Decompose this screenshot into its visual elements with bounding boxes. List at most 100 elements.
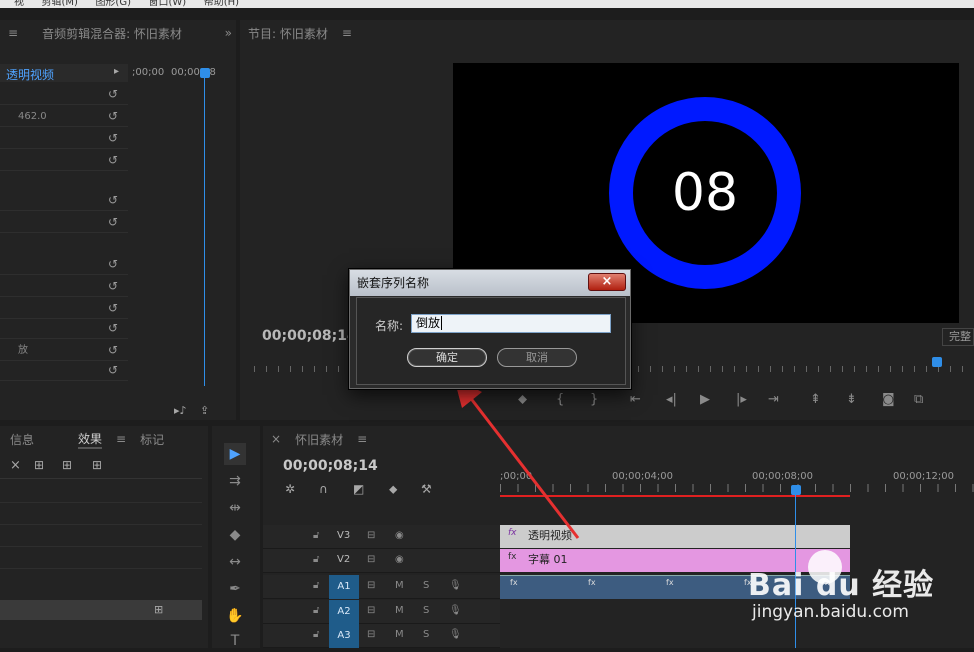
ok-button[interactable]: 确定 [407,348,487,367]
reset-icon[interactable]: ↺ [106,87,120,101]
menu-graphics[interactable]: 图形(G) [95,0,131,8]
hamburger-icon[interactable]: ≡ [357,432,367,446]
track-label[interactable]: A2 [329,600,359,624]
timeline-playhead-handle[interactable] [791,485,801,495]
fit-dropdown[interactable]: 完整 [942,328,974,346]
clip-name[interactable]: 透明视频 [6,66,54,83]
mic-icon[interactable]: 🎙︎ [449,605,462,616]
step-back-icon[interactable]: ◂| [666,392,677,407]
reset-icon[interactable]: ↺ [106,153,120,167]
program-playhead[interactable] [932,357,942,367]
reset-icon[interactable]: ↺ [106,109,120,123]
selection-tool-icon[interactable]: ▶ [224,443,246,465]
camera-icon[interactable]: ◙ [882,392,895,407]
razor-tool-icon[interactable]: ◆ [224,524,246,546]
reset-icon[interactable]: ↺ [106,363,120,377]
effects-divider [0,546,202,547]
lock-icon[interactable]: 🔓︎ [313,580,319,591]
solo-button[interactable]: S [423,580,429,591]
close-tab-icon[interactable]: × [271,432,281,446]
go-to-in-icon[interactable]: ⇤ [630,392,641,407]
linked-selection-icon[interactable]: ◩ [353,482,364,496]
32bit-effects-icon[interactable]: ⊞ [62,458,72,472]
menu-clip[interactable]: 剪辑(M) [42,0,78,8]
tab-markers[interactable]: 标记 [140,431,164,448]
menu-help[interactable]: 帮助(H) [204,0,239,8]
clear-icon[interactable]: × [10,458,21,473]
marker-icon[interactable]: ⬥ [389,482,397,497]
track-label[interactable]: A1 [329,575,359,599]
sync-icon[interactable]: ⊟ [367,605,375,616]
yuv-effects-icon[interactable]: ⊞ [92,458,102,472]
tab-effects[interactable]: 效果 [78,430,103,449]
lock-icon[interactable]: 🔓︎ [313,605,319,616]
expand-panels-icon[interactable]: » [225,26,232,40]
tab-info[interactable]: 信息 [10,431,34,448]
accelerated-effects-icon[interactable]: ⊞ [34,458,44,472]
effect-folder-selected[interactable]: ⊞ [0,600,202,620]
mute-button[interactable]: M [395,580,404,591]
reset-icon[interactable]: ↺ [106,279,120,293]
lock-icon[interactable]: 🔓︎ [313,629,319,640]
hamburger-icon[interactable]: ≡ [116,432,126,446]
pen-tool-icon[interactable]: ✒ [224,578,246,600]
solo-button[interactable]: S [423,605,429,616]
sync-icon[interactable]: ⊟ [367,580,375,591]
timeline-title[interactable]: 怀旧素材 [295,431,343,448]
property-value[interactable]: 462.0 [18,111,47,122]
ec-playhead-handle[interactable] [200,68,210,78]
lock-icon[interactable]: 🔓︎ [313,530,319,541]
compare-icon[interactable]: ⧉ [914,392,923,407]
wrench-icon[interactable]: ⚒ [421,482,432,496]
mark-out-icon[interactable]: } [590,392,598,407]
reset-icon[interactable]: ↺ [106,321,120,335]
eye-icon[interactable]: ◉ [395,554,404,565]
reset-icon[interactable]: ↺ [106,131,120,145]
slip-tool-icon[interactable]: ↔ [224,551,246,573]
eye-icon[interactable]: ◉ [395,530,404,541]
go-to-out-icon[interactable]: ⇥ [768,392,779,407]
close-icon[interactable]: × [588,273,626,291]
mic-icon[interactable]: 🎙︎ [449,629,462,640]
reset-icon[interactable]: ↺ [106,343,120,357]
program-timecode[interactable]: 00;00;08;14 [262,328,357,344]
track-label[interactable]: V3 [337,530,350,541]
menu-view[interactable]: 视 [14,0,24,8]
lift-icon[interactable]: ⇞ [810,392,821,407]
export-icon[interactable]: ⇪ [200,404,209,417]
track-label[interactable]: V2 [337,554,350,565]
ripple-edit-tool-icon[interactable]: ⇹ [224,497,246,519]
step-forward-icon[interactable]: |▸ [736,392,747,407]
hamburger-icon[interactable]: ≡ [342,26,352,40]
sync-icon[interactable]: ⊟ [367,530,375,541]
type-tool-icon[interactable]: T [224,630,246,652]
tab-audio-clip-mixer[interactable]: 音频剪辑混合器: 怀旧素材 [42,25,182,42]
hamburger-icon[interactable]: ≡ [8,26,18,40]
play-arrow-icon[interactable]: ▸ [114,66,119,77]
hand-tool-icon[interactable]: ✋ [224,605,246,627]
snap-icon[interactable]: ✲ [285,482,295,496]
play-icon[interactable]: ▶ [700,392,710,407]
name-input[interactable]: 倒放 [411,314,611,333]
reset-icon[interactable]: ↺ [106,215,120,229]
mic-icon[interactable]: 🎙︎ [449,580,462,591]
lock-icon[interactable]: 🔓︎ [313,554,319,565]
menu-window[interactable]: 窗口(W) [149,0,187,8]
property-row: ↺ [0,128,128,149]
solo-button[interactable]: S [423,629,429,640]
reset-icon[interactable]: ↺ [106,257,120,271]
mute-button[interactable]: M [395,605,404,616]
reset-icon[interactable]: ↺ [106,301,120,315]
sync-icon[interactable]: ⊟ [367,554,375,565]
mute-button[interactable]: M [395,629,404,640]
reset-icon[interactable]: ↺ [106,193,120,207]
magnet-icon[interactable]: ∩ [319,482,328,496]
sync-icon[interactable]: ⊟ [367,629,375,640]
track-select-tool-icon[interactable]: ⇉ [224,470,246,492]
track-label[interactable]: A3 [329,624,359,648]
timeline-timecode[interactable]: 00;00;08;14 [283,458,378,474]
program-title[interactable]: 节目: 怀旧素材 [248,25,328,42]
play-audio-icon[interactable]: ▸♪ [174,404,187,417]
extract-icon[interactable]: ⇟ [846,392,857,407]
cancel-button[interactable]: 取消 [497,348,577,367]
